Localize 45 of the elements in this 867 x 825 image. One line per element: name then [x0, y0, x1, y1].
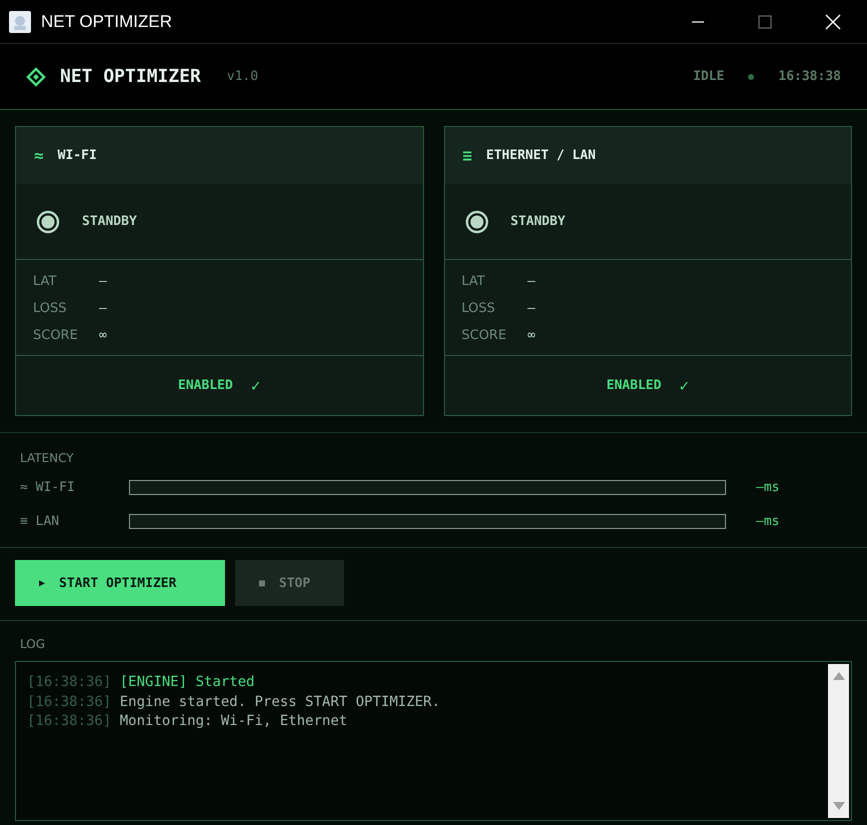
close-icon[interactable]	[825, 14, 841, 30]
latency-label: ≡ LAN	[20, 514, 60, 528]
adapter-name: ETHERNET / LAN	[486, 148, 596, 163]
stat-label: SCORE	[462, 328, 508, 343]
scrollbar[interactable]	[828, 664, 849, 818]
adapter-name: WI-FI	[58, 148, 97, 163]
status-label: IDLE	[693, 69, 724, 84]
latency-label: ≈ WI-FI	[20, 480, 76, 494]
stat-value: —	[99, 301, 107, 316]
stat-value: —	[99, 274, 107, 289]
clock: 16:38:38	[778, 69, 841, 84]
state-label: STANDBY	[510, 214, 566, 229]
app-icon	[9, 10, 31, 32]
diamond-logo-icon	[26, 66, 46, 86]
scroll-down-icon[interactable]	[832, 802, 844, 810]
stat-value: ∞	[99, 328, 107, 343]
section-title: LATENCY	[20, 451, 75, 465]
maximize-icon[interactable]	[758, 14, 772, 28]
enable-toggle[interactable]: ENABLED ✓	[444, 356, 851, 415]
stat-label: SCORE	[33, 328, 79, 343]
log-line: [16:38:36] Monitoring: Wi-Fi, Ethernet	[27, 712, 348, 731]
app-title: NET OPTIMIZER	[60, 66, 201, 87]
log-line: [16:38:36] [ENGINE] Started	[27, 673, 256, 692]
latency-reading: —ms	[756, 514, 780, 528]
section-title: LOG	[20, 637, 46, 651]
state-label: STANDBY	[82, 214, 137, 229]
adapter-icon: ≡	[462, 146, 472, 165]
stat-value: —	[528, 274, 536, 289]
radio-icon	[36, 210, 60, 234]
version-label: v1.0	[226, 69, 258, 84]
radio-icon	[464, 210, 488, 234]
stat-label: LOSS	[462, 301, 496, 316]
stat-label: LAT	[462, 274, 486, 289]
window-title: NET OPTIMIZER	[41, 12, 172, 32]
start-button[interactable]: ▶ START OPTIMIZER	[15, 560, 225, 606]
stat-label: LAT	[33, 274, 58, 289]
stat-value: ∞	[528, 328, 536, 343]
stat-label: LOSS	[33, 301, 68, 316]
scroll-up-icon[interactable]	[832, 672, 844, 680]
adapter-icon: ≈	[34, 146, 44, 165]
enable-toggle[interactable]: ENABLED ✓	[16, 356, 422, 415]
status-dot-icon	[748, 74, 754, 80]
log-line: [16:38:36] Engine started. Press START OPTIMIZER.	[27, 692, 442, 712]
stat-value: —	[528, 301, 536, 316]
latency-reading: —ms	[756, 480, 780, 494]
